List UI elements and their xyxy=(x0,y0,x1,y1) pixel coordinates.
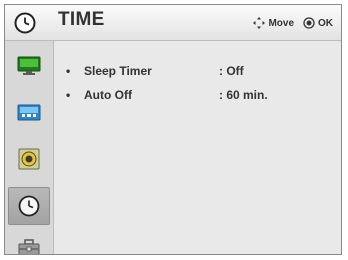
audio-icon xyxy=(18,148,40,170)
sleep-timer-label: Sleep Timer xyxy=(84,64,152,78)
list-item-sleep-timer[interactable]: • Sleep Timer : Off xyxy=(66,64,331,80)
screen-icon xyxy=(17,104,41,121)
ok-hint-label: OK xyxy=(318,17,333,29)
auto-off-label: Auto Off xyxy=(84,88,132,102)
ok-button-icon xyxy=(303,17,315,29)
time-menu-panel: TIME Move OK • Sleep Timer: Off • Auto … xyxy=(4,4,342,255)
bullet: • xyxy=(66,64,71,78)
time-settings-list: • Sleep Timer : Off • Auto Off : 60 min. xyxy=(54,41,341,254)
navigation-hints: Move OK xyxy=(253,17,333,29)
move-arrows-icon xyxy=(253,17,266,29)
sleep-timer-value: : Off xyxy=(219,64,244,78)
toolbox-icon xyxy=(18,239,40,254)
bullet: • xyxy=(66,88,71,102)
list-item-auto-off[interactable]: • Auto Off : 60 min. xyxy=(66,88,331,104)
sidebar-item-screen[interactable] xyxy=(8,94,50,132)
menu-header: TIME Move OK xyxy=(5,5,341,41)
move-hint-label: Move xyxy=(268,17,294,29)
category-sidebar xyxy=(5,41,54,254)
auto-off-value: : 60 min. xyxy=(219,88,268,102)
sidebar-item-picture[interactable] xyxy=(8,47,50,85)
sidebar-item-option[interactable] xyxy=(8,229,50,254)
sidebar-item-time[interactable] xyxy=(8,187,50,225)
picture-icon xyxy=(17,56,41,75)
clock-icon xyxy=(18,195,40,217)
page-title: TIME xyxy=(58,9,105,30)
sidebar-item-audio[interactable] xyxy=(8,140,50,178)
clock-icon xyxy=(14,12,36,34)
